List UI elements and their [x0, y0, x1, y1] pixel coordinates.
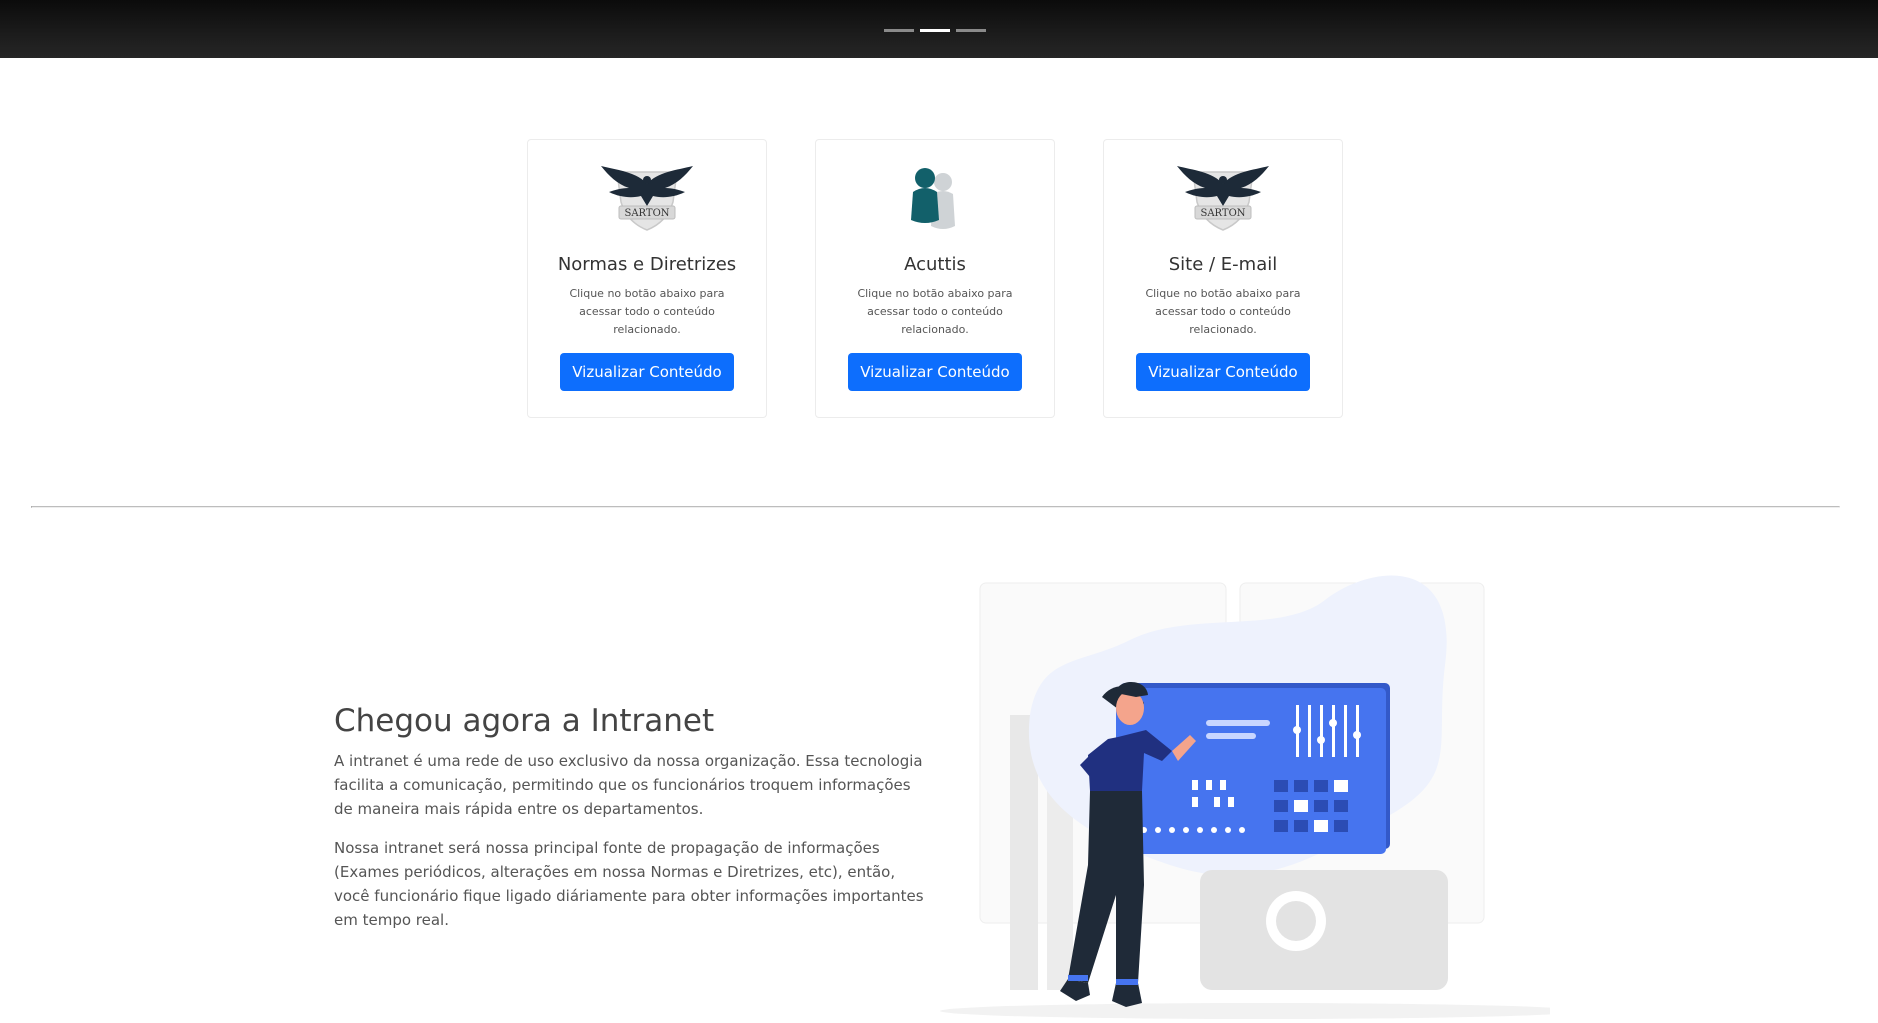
card-description: Clique no botão abaixo para acessar todo… — [1145, 287, 1301, 336]
intranet-intro: Chegou agora a Intranet A intranet é uma… — [334, 703, 934, 947]
intro-paragraph: Nossa intranet será nossa principal font… — [334, 839, 924, 929]
svg-text:SARTON: SARTON — [1200, 208, 1245, 219]
sarton-logo-icon: SARTON — [1173, 160, 1273, 236]
section-divider — [31, 506, 1840, 508]
carousel-indicators — [884, 29, 986, 32]
person-at-dashboard-illustration — [930, 565, 1580, 1023]
view-content-button[interactable]: Vizualizar Conteúdo — [1136, 353, 1310, 391]
intro-title: Chegou agora a Intranet — [334, 703, 715, 739]
carousel-indicator[interactable] — [956, 29, 986, 32]
card-description: Clique no botão abaixo para acessar todo… — [569, 287, 725, 336]
card-normas: SARTON Normas e Diretrizes Clique no bot… — [527, 139, 767, 418]
svg-text:SARTON: SARTON — [624, 208, 669, 219]
acuttis-people-icon — [885, 160, 985, 236]
card-site-email: SARTON Site / E-mail Clique no botão aba… — [1103, 139, 1343, 418]
card-title: Normas e Diretrizes — [557, 254, 737, 275]
card-acuttis: Acuttis Clique no botão abaixo para aces… — [815, 139, 1055, 418]
card-title: Site / E-mail — [1168, 254, 1278, 275]
intro-paragraph: A intranet é uma rede de uso exclusivo d… — [334, 752, 923, 818]
carousel-indicator[interactable] — [884, 29, 914, 32]
carousel-indicator-active[interactable] — [920, 29, 950, 32]
sarton-logo-icon: SARTON — [597, 160, 697, 236]
view-content-button[interactable]: Vizualizar Conteúdo — [560, 353, 734, 391]
card-description: Clique no botão abaixo para acessar todo… — [857, 287, 1013, 336]
card-title: Acuttis — [904, 254, 966, 275]
content-cards: SARTON Normas e Diretrizes Clique no bot… — [527, 139, 1343, 418]
hero-banner — [0, 0, 1878, 58]
view-content-button[interactable]: Vizualizar Conteúdo — [848, 353, 1022, 391]
